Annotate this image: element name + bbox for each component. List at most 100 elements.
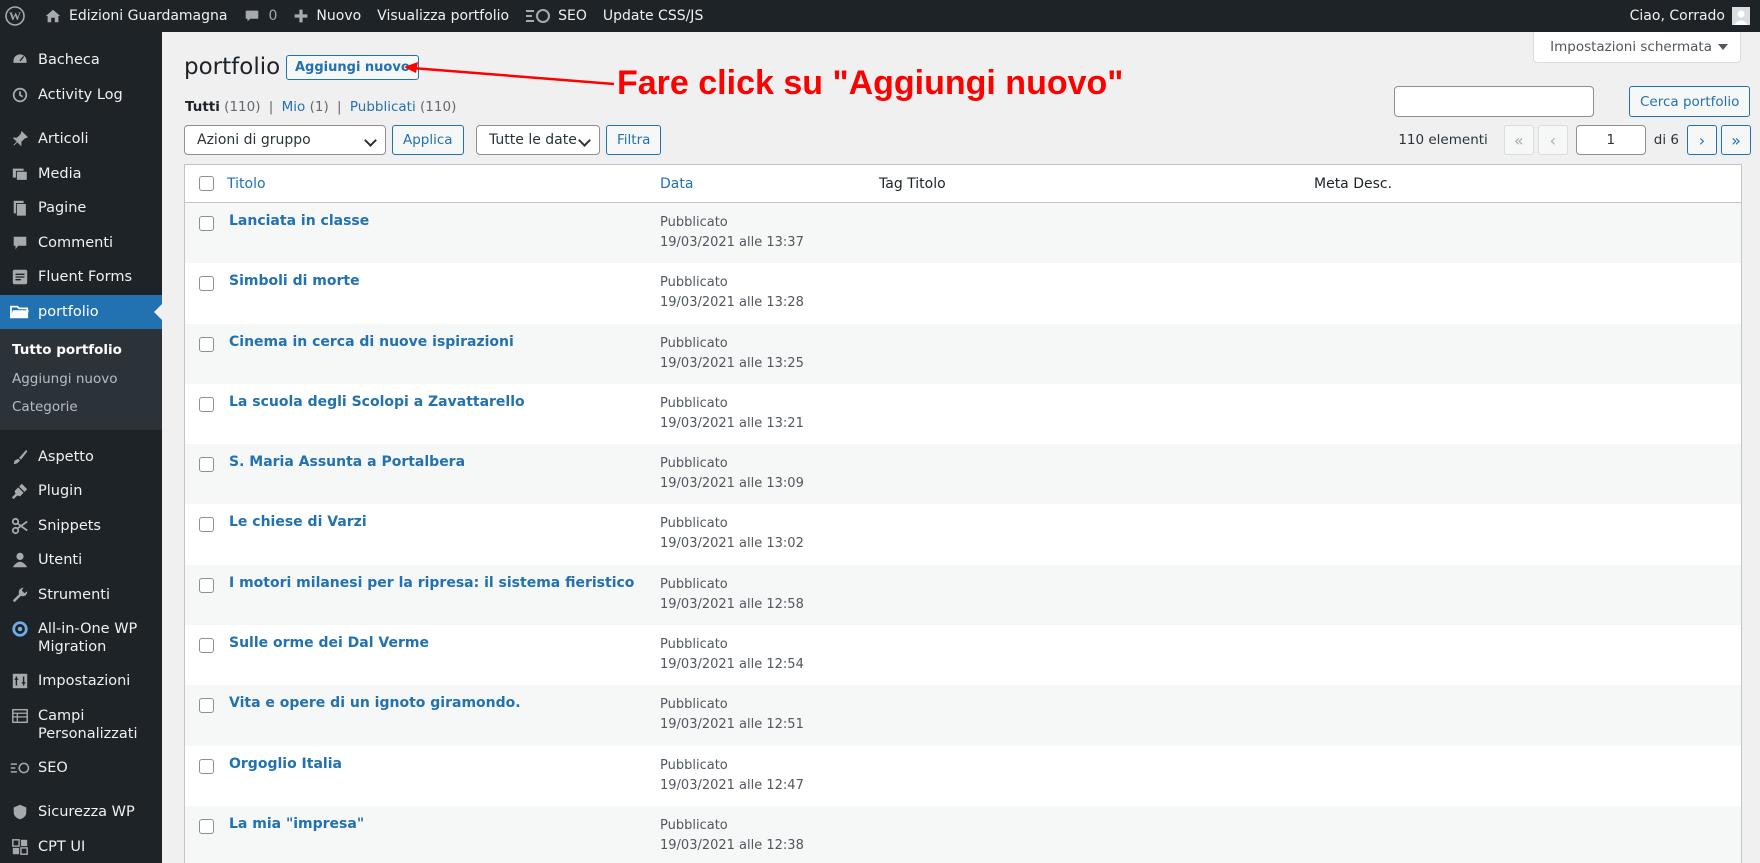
pin-icon [10,129,30,149]
menu-item-snippets[interactable]: Snippets [0,509,162,544]
menu-item-media[interactable]: Media [0,157,162,192]
menu-item-aspetto[interactable]: Aspetto [0,440,162,475]
select-all-checkbox[interactable] [198,176,214,191]
menu-label: Activity Log [38,86,123,103]
my-account-link[interactable]: Ciao, Corrado [1622,0,1760,32]
menu-item-sicurezza-wp[interactable]: Sicurezza WP [0,795,162,830]
row-title-link[interactable]: S. Maria Assunta a Portalbera [229,454,465,470]
menu-item-strumenti[interactable]: Strumenti [0,578,162,613]
filter-separator: | [337,99,342,115]
search-input[interactable] [1394,86,1594,117]
row-date: Pubblicato 19/03/2021 alle 12:51 [660,695,879,735]
column-date-sort[interactable]: Data [660,176,693,192]
filter-mine-link[interactable]: Mio [282,99,306,115]
row-checkbox[interactable] [198,276,214,292]
menu-item-utenti[interactable]: Utenti [0,543,162,578]
table-row: S. Maria Assunta a Portalbera Pubblicato 1… [185,444,1741,505]
menu-item-pagine[interactable]: Pagine [0,191,162,226]
row-title-link[interactable]: La scuola degli Scolopi a Zavattarello [229,394,525,410]
column-title-sort[interactable]: Titolo [227,176,266,192]
menu-item-bacheca[interactable]: Bacheca [0,43,162,78]
filter-published-link[interactable]: Pubblicati [350,99,416,115]
plus-icon [295,9,308,23]
search-button[interactable]: Cerca portfolio [1629,86,1751,117]
menu-item-seo[interactable]: SEO [0,751,162,786]
menu-item-all-in-one-wp-migration[interactable]: All-in-One WP Migration [0,612,162,664]
menu-label: CPT UI [38,838,86,855]
bulk-action-select[interactable]: Azioni di gruppo [184,125,386,155]
row-status: Pubblicato [660,757,728,773]
seo-label: SEO [558,8,587,24]
row-title-link[interactable]: Cinema in cerca di nuove ispirazioni [229,334,514,350]
filter-separator: | [268,99,274,115]
row-title-link[interactable]: Orgoglio Italia [229,756,342,772]
row-status: Pubblicato [660,215,728,230]
submenu-tutto-portfolio[interactable]: Tutto portfolio [0,336,162,365]
menu-item-activity-log[interactable]: Activity Log [0,78,162,113]
row-status: Pubblicato [660,817,728,833]
row-datetime: 19/03/2021 alle 12:38 [660,837,804,853]
row-checkbox[interactable] [198,698,214,714]
row-datetime: 19/03/2021 alle 12:51 [660,717,804,733]
row-checkbox[interactable] [198,638,214,654]
row-title-link[interactable]: I motori milanesi per la ripresa: il sis… [229,575,634,591]
filter-button[interactable]: Filtra [606,125,662,155]
row-date: Pubblicato 19/03/2021 alle 13:09 [660,454,879,494]
menu-item-portfolio[interactable]: portfolio [0,294,162,329]
menu-item-articoli[interactable]: Articoli [0,122,162,157]
screen-options-button[interactable]: Impostazioni schermata [1533,32,1741,63]
submenu-categorie[interactable]: Categorie [0,393,162,422]
bulk-action-value: Azioni di gruppo [197,132,311,148]
menu-item-commenti[interactable]: Commenti [0,226,162,261]
admin-bar: W Edizioni Guardamagna 0 Nuovo Visualizz… [0,0,1760,32]
menu-item-impostazioni[interactable]: Impostazioni [0,664,162,699]
view-portfolio-link[interactable]: Visualizza portfolio [369,0,517,32]
row-datetime: 19/03/2021 alle 13:25 [660,355,804,371]
row-title-link[interactable]: La mia "impresa" [229,816,364,832]
update-css-link[interactable]: Update CSS/JS [595,0,711,32]
date-filter-select[interactable]: Tutte le date [476,125,600,155]
filter-all-link[interactable]: Tutti [185,99,220,115]
new-content-link[interactable]: Nuovo [285,0,369,32]
menu-item-cpt-ui[interactable]: CPT UI [0,830,162,863]
apply-button[interactable]: Applica [392,125,464,155]
items-count: 110 elementi [1398,132,1488,148]
menu-item-campi-personalizzati[interactable]: Campi Personalizzati [0,699,162,751]
row-checkbox[interactable] [198,577,214,593]
row-checkbox[interactable] [198,216,214,231]
table-row: Simboli di morte Pubblicato 19/03/2021 all… [185,263,1741,323]
seo-link[interactable]: SEO [517,0,595,32]
row-title-link[interactable]: Lanciata in classe [229,213,369,229]
table-row: I motori milanesi per la ripresa: il sis… [185,564,1741,626]
menu-label: Snippets [38,517,101,534]
menu-label: SEO [38,759,68,776]
submenu-aggiungi-nuovo[interactable]: Aggiungi nuovo [0,365,162,394]
menu-item-plugin[interactable]: Plugin [0,474,162,509]
row-checkbox[interactable] [198,818,214,834]
row-checkbox[interactable] [198,758,214,774]
seo-icon [526,9,551,23]
row-datetime: 19/03/2021 alle 12:58 [660,596,804,612]
last-page-button[interactable]: » [1721,125,1751,155]
row-title-link[interactable]: Le chiese di Varzi [229,514,367,530]
view-portfolio-label: Visualizza portfolio [377,8,510,24]
current-page-input[interactable]: 1 [1575,125,1646,155]
add-new-button[interactable]: Aggiungi nuovo [286,55,419,80]
row-title-link[interactable]: Sulle orme dei Dal Verme [229,635,429,651]
row-title-link[interactable]: Vita e opere di un ignoto giramondo. [229,695,521,711]
comments-link[interactable]: 0 [235,0,285,32]
table-row: Orgoglio Italia Pubblicato 19/03/2021 alle… [185,746,1741,806]
menu-label: Strumenti [38,586,110,603]
row-checkbox[interactable] [198,517,214,533]
menu-label: Impostazioni [38,673,131,690]
row-title-link[interactable]: Simboli di morte [229,273,360,289]
row-checkbox[interactable] [198,457,214,473]
row-checkbox[interactable] [198,396,214,412]
row-checkbox[interactable] [198,336,214,352]
site-name-link[interactable]: Edizioni Guardamagna [36,0,235,32]
menu-item-fluent-forms[interactable]: Fluent Forms [0,260,162,295]
wordpress-logo-icon[interactable]: W [0,0,36,32]
row-status: Pubblicato [660,697,728,713]
row-date: Pubblicato 19/03/2021 alle 12:47 [660,756,879,796]
next-page-button[interactable]: › [1687,125,1717,155]
